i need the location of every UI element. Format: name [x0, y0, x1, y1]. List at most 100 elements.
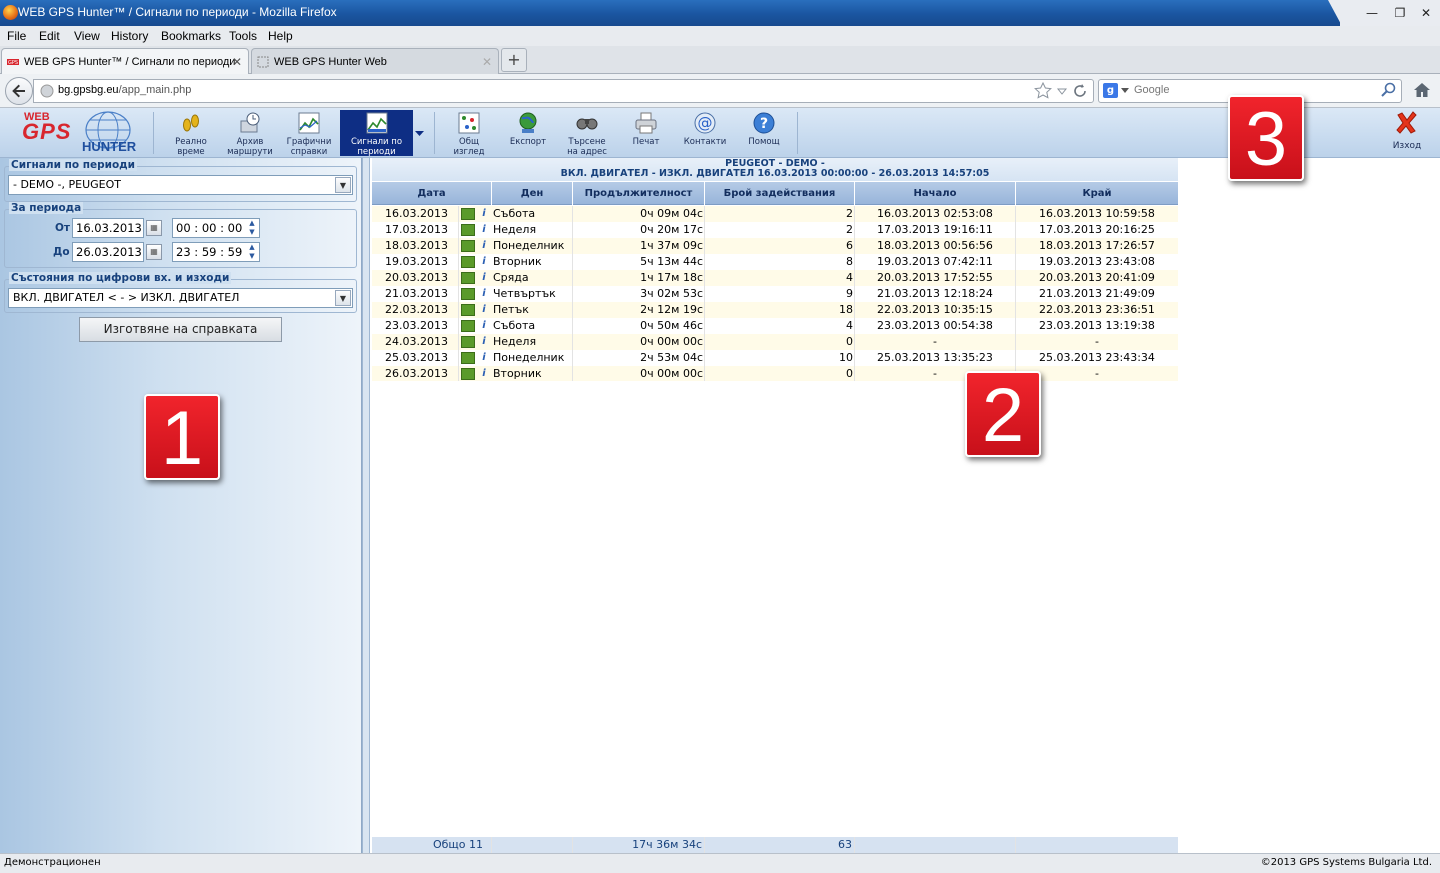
table-row[interactable]: 21.03.2013 i Четвъртък 3ч 02м 53с 9 21.03.201…: [372, 286, 1178, 302]
total-duration: 17ч 36м 34с: [573, 837, 705, 853]
map-icon[interactable]: [461, 272, 475, 284]
bookmark-star-icon[interactable]: [1034, 82, 1052, 100]
calendar-icon[interactable]: ▦: [146, 244, 162, 260]
cell-count: 4: [705, 270, 855, 286]
toolbar-dropdown-icon[interactable]: [415, 131, 424, 137]
tab-gps-hunter-web[interactable]: WEB GPS Hunter Web ✕: [251, 48, 499, 74]
info-icon[interactable]: i: [478, 239, 490, 252]
tab-close-icon[interactable]: ✕: [232, 55, 242, 69]
info-icon[interactable]: i: [478, 367, 490, 380]
menu-bookmarks[interactable]: Bookmarks: [161, 29, 221, 43]
table-row[interactable]: 26.03.2013 i Вторник 0ч 00м 00с 0- -: [372, 366, 1178, 382]
col-date[interactable]: Дата: [372, 182, 492, 205]
gps-hunter-logo: WEB GPS HUNTER: [20, 110, 150, 156]
search-input[interactable]: Google: [1134, 84, 1169, 96]
cell-count: 9: [705, 286, 855, 302]
toolbar-signals-by-period[interactable]: Сигнали по периоди: [340, 110, 413, 157]
cell-count: 8: [705, 254, 855, 270]
tab-gps-hunter-signals[interactable]: GPS WEB GPS Hunter™ / Сигнали по периоди…: [1, 48, 249, 74]
table-row[interactable]: 19.03.2013 i Вторник 5ч 13м 44с 8 19.03.2013 …: [372, 254, 1178, 270]
info-icon[interactable]: i: [478, 319, 490, 332]
toolbar-overview[interactable]: Общ изглед: [438, 110, 500, 157]
map-icon[interactable]: [461, 304, 475, 316]
table-row[interactable]: 18.03.2013 i Понеделник 1ч 37м 09с 6 18.03.20…: [372, 238, 1178, 254]
cell-count: 6: [705, 238, 855, 254]
toolbar-help[interactable]: ? Помощ: [733, 110, 795, 156]
chevron-down-icon[interactable]: ▼: [335, 290, 351, 306]
toolbar-print[interactable]: Печат: [615, 110, 677, 156]
menu-tools[interactable]: Tools: [229, 29, 257, 43]
url-dropdown-icon[interactable]: [1056, 85, 1068, 97]
map-icon[interactable]: [461, 336, 475, 348]
col-day[interactable]: Ден: [492, 182, 573, 205]
toolbar-address-search[interactable]: Търсене на адрес: [556, 110, 618, 157]
table-row[interactable]: 23.03.2013 i Събота 0ч 50м 46с 4 23.03.2013 0…: [372, 318, 1178, 334]
back-button[interactable]: [5, 77, 33, 105]
generate-report-button[interactable]: Изготвяне на справката: [79, 317, 282, 342]
close-window-button[interactable]: ✕: [1416, 4, 1436, 22]
url-text[interactable]: bg.gpsbg.eu/app_main.php: [58, 84, 191, 96]
col-end[interactable]: Край: [1016, 182, 1178, 205]
table-row[interactable]: 22.03.2013 i Петък 2ч 12м 19с 18 22.03.2013 1…: [372, 302, 1178, 318]
new-tab-button[interactable]: +: [501, 48, 527, 72]
info-icon[interactable]: i: [478, 223, 490, 236]
table-row[interactable]: 24.03.2013 i Неделя 0ч 00м 00с 0- -: [372, 334, 1178, 350]
info-icon[interactable]: i: [478, 303, 490, 316]
to-date-input[interactable]: 26.03.2013: [72, 242, 144, 262]
toolbar-archive-routes[interactable]: Архив маршрути: [219, 110, 281, 157]
col-count[interactable]: Брой задействания: [705, 182, 855, 205]
from-label: От: [55, 222, 71, 234]
calendar-icon[interactable]: ▦: [146, 220, 162, 236]
cell-date: 22.03.2013: [372, 302, 459, 318]
google-engine-icon[interactable]: g: [1103, 83, 1118, 98]
map-icon[interactable]: [461, 320, 475, 332]
vehicle-select[interactable]: - DEMO -, PEUGEOT ▼: [8, 175, 353, 195]
panel-splitter[interactable]: [362, 158, 370, 853]
menu-view[interactable]: View: [74, 29, 100, 43]
exit-button[interactable]: Изход: [1384, 110, 1430, 156]
tab-close-icon[interactable]: ✕: [482, 55, 492, 69]
info-icon[interactable]: i: [478, 271, 490, 284]
toolbar-export[interactable]: Експорт: [497, 110, 559, 156]
table-row[interactable]: 16.03.2013 i Събота 0ч 09м 04с 2 16.03.2013 0…: [372, 206, 1178, 222]
info-icon[interactable]: i: [478, 335, 490, 348]
menu-file[interactable]: File: [7, 29, 26, 43]
chevron-down-icon[interactable]: ▼: [335, 177, 351, 193]
search-icon[interactable]: [1380, 82, 1396, 98]
minimize-button[interactable]: —: [1362, 4, 1382, 22]
overview-grid-icon: [458, 112, 480, 134]
restore-button[interactable]: ❐: [1390, 4, 1410, 22]
toolbar-contacts[interactable]: @ Контакти: [674, 110, 736, 156]
menu-history[interactable]: History: [111, 29, 148, 43]
reload-icon[interactable]: [1072, 83, 1088, 99]
col-start[interactable]: Начало: [855, 182, 1016, 205]
time-spinner-icon[interactable]: ▲ ▼: [246, 219, 258, 237]
table-row[interactable]: 25.03.2013 i Понеделник 2ч 53м 04с 10 25.03.2…: [372, 350, 1178, 366]
table-row[interactable]: 17.03.2013 i Неделя 0ч 20м 17с 2 17.03.2013 1…: [372, 222, 1178, 238]
toolbar-realtime[interactable]: Реално време: [160, 110, 222, 157]
time-spinner-icon[interactable]: ▲ ▼: [246, 243, 258, 261]
map-icon[interactable]: [461, 240, 475, 252]
engine-dropdown-icon[interactable]: [1121, 88, 1129, 94]
from-date-input[interactable]: 16.03.2013: [72, 218, 144, 238]
map-icon[interactable]: [461, 256, 475, 268]
toolbar-graphic-reports[interactable]: Графични справки: [278, 110, 340, 157]
cell-day: Четвъртък: [492, 286, 573, 302]
table-row[interactable]: 20.03.2013 i Сряда 1ч 17м 18с 4 20.03.2013 17…: [372, 270, 1178, 286]
map-icon[interactable]: [461, 224, 475, 236]
info-icon[interactable]: i: [478, 207, 490, 220]
map-icon[interactable]: [461, 352, 475, 364]
map-icon[interactable]: [461, 288, 475, 300]
home-icon[interactable]: [1412, 81, 1432, 99]
info-icon[interactable]: i: [478, 351, 490, 364]
url-bar[interactable]: [33, 79, 1094, 103]
map-icon[interactable]: [461, 208, 475, 220]
menu-help[interactable]: Help: [268, 29, 293, 43]
map-icon[interactable]: [461, 368, 475, 380]
report-title: PEUGEOT - DEMO - ВКЛ. ДВИГАТЕЛ - ИЗКЛ. Д…: [372, 158, 1178, 181]
states-select[interactable]: ВКЛ. ДВИГАТЕЛ < - > ИЗКЛ. ДВИГАТЕЛ ▼: [8, 288, 353, 308]
col-duration[interactable]: Продължителност: [573, 182, 705, 205]
info-icon[interactable]: i: [478, 287, 490, 300]
info-icon[interactable]: i: [478, 255, 490, 268]
menu-edit[interactable]: Edit: [39, 29, 60, 43]
